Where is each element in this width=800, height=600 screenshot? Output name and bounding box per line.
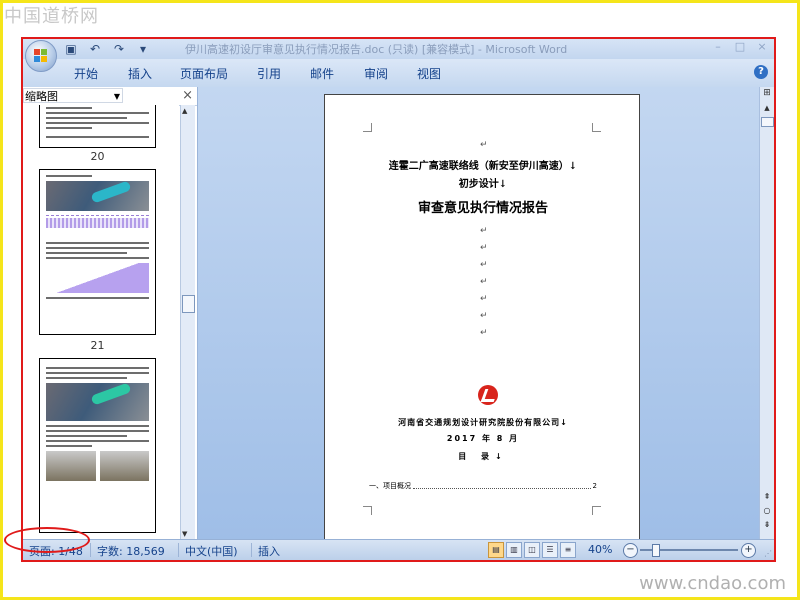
- window-title: 伊川高速初设厅审意见执行情况报告.doc (只读) [兼容模式] - Micro…: [185, 43, 568, 56]
- web-layout-icon[interactable]: ◫: [524, 542, 540, 558]
- paragraph-mark: ↵: [480, 311, 488, 321]
- doc-title-line2: 初步设计↓: [458, 179, 508, 190]
- zoom-level[interactable]: 40%: [588, 543, 612, 556]
- office-button[interactable]: [25, 40, 57, 72]
- ruler-toggle-icon[interactable]: ⊞: [761, 88, 773, 100]
- paragraph-mark: ↵: [480, 260, 488, 270]
- thumbnail-close-button[interactable]: ×: [182, 88, 193, 103]
- maximize-button[interactable]: □: [734, 40, 746, 53]
- scrollbar-thumb[interactable]: [761, 117, 774, 127]
- paragraph-mark: ↵: [480, 226, 488, 236]
- document-scrollbar[interactable]: ⊞ ▲ ⇞ ○ ⇟: [759, 87, 774, 540]
- thumbnail-page-20[interactable]: [39, 105, 156, 148]
- full-screen-reading-icon[interactable]: ▥: [506, 542, 522, 558]
- zoom-in-button[interactable]: +: [741, 543, 756, 558]
- redo-icon[interactable]: ↷: [111, 41, 127, 57]
- status-insert-mode[interactable]: 插入: [258, 543, 280, 559]
- thumbnail-page-21[interactable]: [39, 169, 156, 335]
- scroll-up-icon[interactable]: ▲: [761, 104, 773, 114]
- thumbnail-scrollbar[interactable]: ▲ ▼: [180, 105, 195, 540]
- thumbnail-page-22[interactable]: [39, 358, 156, 533]
- undo-icon[interactable]: ↶: [87, 41, 103, 57]
- save-icon[interactable]: ▣: [63, 41, 79, 57]
- tab-mailings[interactable]: 邮件: [310, 65, 334, 82]
- word-window: ▣ ↶ ↷ ▾ 伊川高速初设厅审意见执行情况报告.doc (只读) [兼容模式]…: [21, 37, 776, 562]
- ribbon-tabs: 开始 插入 页面布局 引用 邮件 审阅 视图 ?: [23, 59, 774, 88]
- paragraph-mark: ↵: [480, 277, 488, 287]
- status-bar: 页面: 1/48 字数: 18,569 中文(中国) 插入 ▤ ▥ ◫ ☰ ≡ …: [23, 539, 774, 560]
- title-bar: ▣ ↶ ↷ ▾ 伊川高速初设厅审意见执行情况报告.doc (只读) [兼容模式]…: [23, 39, 774, 59]
- paragraph-mark: ↵: [480, 294, 488, 304]
- toc-heading: 目 录↓: [458, 452, 508, 461]
- status-language[interactable]: 中文(中国): [185, 543, 238, 559]
- window-controls: – □ ×: [712, 40, 768, 53]
- tab-review[interactable]: 审阅: [364, 65, 388, 82]
- toc-entry-page: 2: [592, 482, 597, 490]
- scrollbar-thumb[interactable]: [182, 295, 195, 313]
- document-canvas: ↵ 连霍二广高速联络线（新安至伊川高速）↓ 初步设计↓ 审查意见执行情况报告 ↵…: [198, 87, 759, 540]
- tab-insert[interactable]: 插入: [128, 65, 152, 82]
- status-word-count[interactable]: 字数: 18,569: [97, 543, 165, 559]
- company-logo: [478, 385, 498, 405]
- tab-view[interactable]: 视图: [417, 65, 441, 82]
- thumbnail-list: 20 21: [23, 105, 179, 540]
- slope-thumbnail: [46, 263, 149, 293]
- tab-references[interactable]: 引用: [257, 65, 281, 82]
- tab-home[interactable]: 开始: [74, 65, 98, 82]
- close-button[interactable]: ×: [756, 40, 768, 53]
- toc-entry[interactable]: 一、项目概况 2: [369, 481, 597, 491]
- office-logo-icon: [34, 49, 48, 63]
- thumbnail-page-number: 21: [90, 339, 105, 352]
- zoom-out-button[interactable]: −: [623, 543, 638, 558]
- customize-icon[interactable]: ▾: [135, 41, 151, 57]
- quick-access-toolbar: ▣ ↶ ↷ ▾: [63, 40, 151, 58]
- highlight-ellipse: [4, 527, 90, 553]
- toc-entry-label: 一、项目概况: [369, 482, 411, 490]
- next-page-icon[interactable]: ⇟: [761, 520, 773, 532]
- scroll-up-icon[interactable]: ▲: [182, 107, 187, 115]
- print-layout-icon[interactable]: ▤: [488, 542, 504, 558]
- thumbnail-page-number: 20: [90, 150, 105, 163]
- photos-thumbnail: [46, 451, 149, 481]
- map-thumbnail: [46, 382, 149, 421]
- doc-title-line1: 连霍二广高速联络线（新安至伊川高速）↓: [388, 161, 578, 172]
- outline-view-icon[interactable]: ☰: [542, 542, 558, 558]
- thumbnail-pane: 缩略图 ▼ × 20 21 ▲ ▼: [23, 87, 198, 540]
- draft-view-icon[interactable]: ≡: [560, 542, 576, 558]
- zoom-slider-handle[interactable]: [652, 544, 660, 557]
- watermark-top: 中国道桥网: [4, 6, 99, 27]
- doc-title-main: 审查意见执行情况报告: [417, 201, 548, 216]
- previous-page-icon[interactable]: ⇞: [761, 492, 773, 504]
- paragraph-mark: ↵: [480, 243, 488, 253]
- scroll-down-icon[interactable]: ▼: [182, 530, 187, 538]
- paragraph-mark: ↵: [480, 328, 488, 338]
- resize-grip-icon[interactable]: ⋰: [764, 549, 772, 558]
- profile-thumbnail: [46, 215, 149, 238]
- map-thumbnail: [46, 180, 149, 211]
- doc-organization: 河南省交通规划设计研究院股份有限公司↓: [398, 418, 568, 427]
- browse-object-icon[interactable]: ○: [761, 506, 773, 518]
- thumbnail-view-label: 缩略图: [25, 90, 58, 103]
- document-page[interactable]: ↵ 连霍二广高速联络线（新安至伊川高速）↓ 初步设计↓ 审查意见执行情况报告 ↵…: [324, 94, 640, 540]
- minimize-button[interactable]: –: [712, 40, 724, 53]
- watermark-bottom: www.cndao.com: [639, 573, 786, 594]
- thumbnail-header: 缩略图 ▼ ×: [23, 87, 197, 106]
- chevron-down-icon: ▼: [113, 92, 120, 101]
- paragraph-mark: ↵: [480, 140, 488, 150]
- view-buttons: ▤ ▥ ◫ ☰ ≡: [488, 542, 576, 558]
- doc-date: 2017 年 8 月: [446, 434, 520, 443]
- tab-page-layout[interactable]: 页面布局: [180, 65, 228, 82]
- thumbnail-view-select[interactable]: 缩略图 ▼: [23, 88, 123, 103]
- help-icon[interactable]: ?: [754, 65, 768, 79]
